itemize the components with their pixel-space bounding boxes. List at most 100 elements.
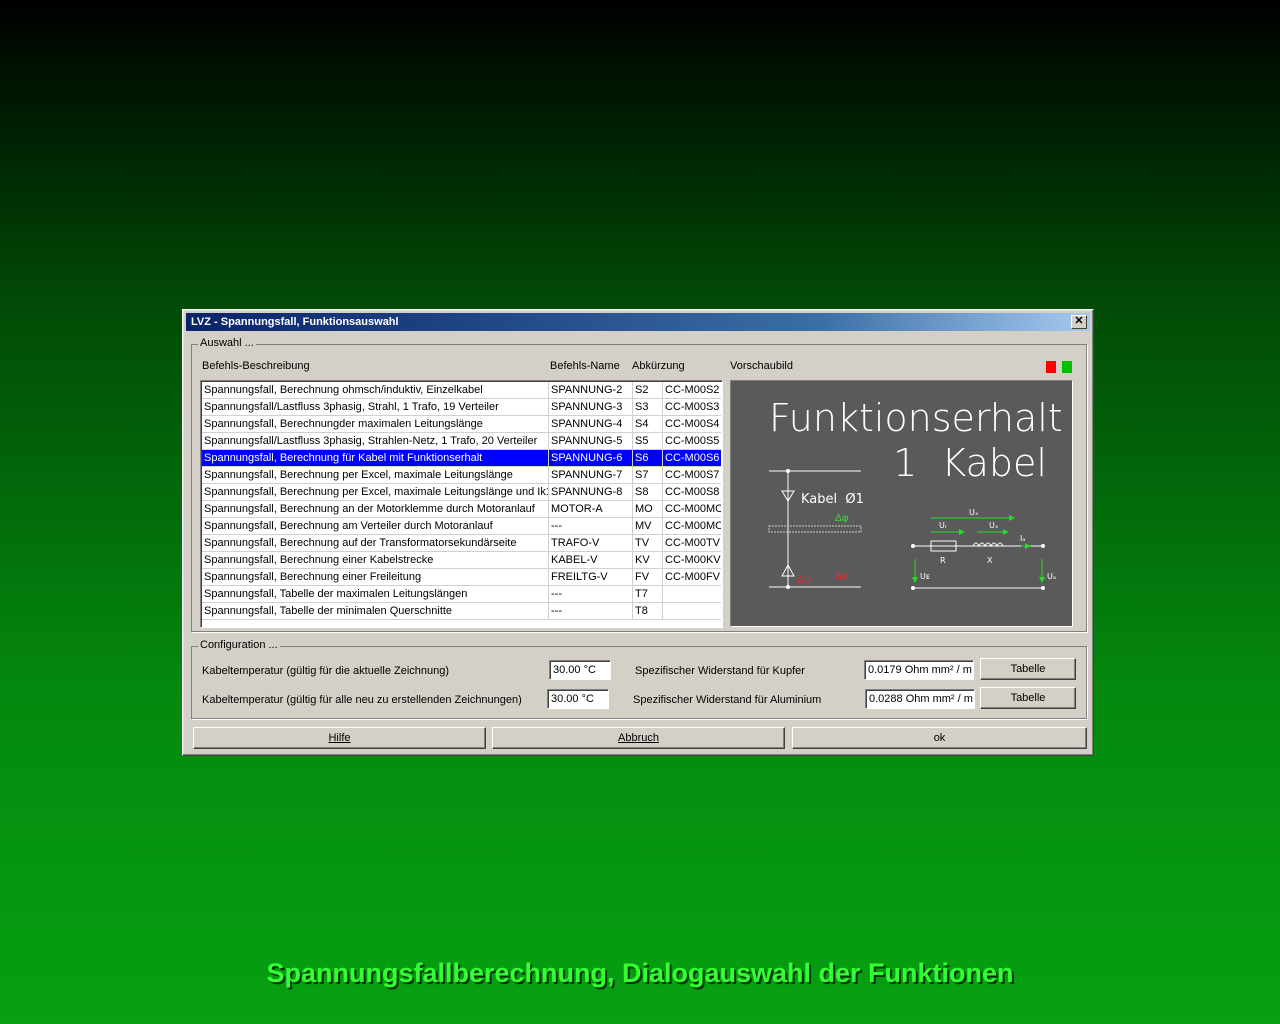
preview-title-1: Funktionserhalt — [769, 396, 1063, 440]
cell-name: KABEL-V — [549, 552, 633, 568]
configuration-group-legend: Configuration ... — [198, 639, 280, 651]
cell-description: Spannungsfall, Berechnung ohmsch/indukti… — [202, 382, 549, 398]
cell-description: Spannungsfall, Berechnung einer Kabelstr… — [202, 552, 549, 568]
table-row[interactable]: Spannungsfall, Berechnung einer Kabelstr… — [202, 552, 721, 569]
cell-code: CC-M00S6 — [665, 452, 720, 464]
cell-abbreviation: S8 — [633, 484, 663, 500]
aluminium-resistance-label: Spezifischer Widerstand für Aluminium — [633, 694, 822, 706]
cell-name: SPANNUNG-2 — [549, 382, 633, 398]
title-bar[interactable]: LVZ - Spannungsfall, Funktionsauswahl ✕ — [186, 313, 1090, 331]
cell-abbreviation: FV — [633, 569, 663, 585]
cell-code — [663, 586, 721, 602]
preview-r: R — [940, 556, 946, 565]
preview-drawing: Funktionserhalt 1 Kabel Kabel Ø1 Δφ ΔU Δ… — [768, 396, 1063, 590]
table-row[interactable]: Spannungsfall, Berechnung per Excel, max… — [202, 484, 721, 501]
page-caption: Spannungsfallberechnung, Dialogauswahl d… — [266, 958, 1014, 988]
cancel-button[interactable]: Abbruch — [492, 727, 785, 749]
preview-ur: Uᵣ — [939, 521, 948, 530]
cell-abbreviation: S2 — [633, 382, 663, 398]
cell-name: TRAFO-V — [549, 535, 633, 551]
selection-group-legend: Auswahl ... — [198, 337, 256, 349]
cell-code: CC-M00KV — [665, 554, 721, 566]
command-list[interactable]: Spannungsfall, Berechnung ohmsch/indukti… — [200, 380, 723, 628]
cell-name: --- — [549, 586, 633, 602]
cell-name: MOTOR-A — [549, 501, 633, 517]
cell-name: SPANNUNG-4 — [549, 416, 633, 432]
cell-code: CC-M00S7 — [665, 469, 720, 481]
ok-button[interactable]: ok — [792, 727, 1087, 749]
aluminium-resistance-input[interactable]: 0.0288 Ohm mm² / m — [865, 689, 975, 709]
close-icon[interactable]: ✕ — [1071, 315, 1087, 329]
preview-ux2: Uₓ — [989, 521, 999, 530]
header-abbreviation: Abkürzung — [632, 360, 685, 372]
preview-title-2: 1 Kabel — [893, 441, 1047, 485]
cell-name: --- — [549, 518, 633, 534]
help-button[interactable]: Hilfe — [193, 727, 486, 749]
table-row[interactable]: Spannungsfall, Berechnung für Kabel mit … — [202, 450, 721, 467]
cell-description: Spannungsfall, Berechnung per Excel, max… — [204, 484, 549, 500]
preview-ux: Uₓ — [969, 508, 979, 517]
window-title: LVZ - Spannungsfall, Funktionsauswahl — [191, 316, 399, 328]
flag-red-icon — [1046, 361, 1056, 373]
flag-green-icon — [1062, 361, 1072, 373]
cell-code: CC-M00S8 — [665, 486, 720, 498]
table-row[interactable]: Spannungsfall, Tabelle der minimalen Que… — [202, 603, 721, 620]
cancel-button-label: Abbruch — [618, 732, 659, 744]
preview-image: Funktionserhalt 1 Kabel Kabel Ø1 Δφ ΔU Δ… — [730, 380, 1073, 627]
cell-name: SPANNUNG-5 — [549, 433, 633, 449]
table-row[interactable]: Spannungsfall, Berechnung am Verteiler d… — [202, 518, 721, 535]
copper-resistance-input[interactable]: 0.0179 Ohm mm² / m — [864, 660, 974, 680]
cell-abbreviation: MO — [633, 501, 663, 517]
cell-description: Spannungsfall/Lastfluss 3phasig, Strahl,… — [202, 399, 549, 415]
cell-abbreviation: KV — [633, 552, 663, 568]
table-row[interactable]: Spannungsfall/Lastfluss 3phasig, Strahle… — [202, 433, 721, 450]
cell-description: Spannungsfall, Berechnung am Verteiler d… — [202, 518, 549, 534]
table-row[interactable]: Spannungsfall, Berechnung ohmsch/indukti… — [202, 382, 721, 399]
cell-abbreviation: MV — [633, 518, 663, 534]
cell-abbreviation: S4 — [633, 416, 663, 432]
cell-code: CC-M00S2 — [665, 384, 720, 396]
cell-code: CC-M00S3 — [665, 401, 720, 413]
table-row[interactable]: Spannungsfall, Berechnung einer Freileit… — [202, 569, 721, 586]
help-button-label: Hilfe — [328, 732, 351, 744]
cell-name: --- — [549, 603, 633, 619]
cell-code: CC-M00TV — [665, 537, 721, 549]
temp-new-input[interactable]: 30.00 °C — [547, 689, 609, 709]
cell-abbreviation: S7 — [633, 467, 663, 483]
preview-dp: Δφ — [835, 571, 849, 582]
cell-description: Spannungsfall, Berechnung auf der Transf… — [202, 535, 549, 551]
cell-abbreviation: S5 — [633, 433, 663, 449]
copper-table-button[interactable]: Tabelle — [980, 658, 1076, 680]
cell-description: Spannungsfall, Berechnung per Excel, max… — [202, 467, 549, 483]
table-row[interactable]: Spannungsfall, Tabelle der maximalen Lei… — [202, 586, 721, 603]
table-row[interactable]: Spannungsfall, Berechnungder maximalen L… — [202, 416, 721, 433]
cell-description: Spannungsfall, Tabelle der minimalen Que… — [202, 603, 549, 619]
cell-name: SPANNUNG-3 — [549, 399, 633, 415]
cell-abbreviation: S3 — [633, 399, 663, 415]
aluminium-table-button[interactable]: Tabelle — [980, 687, 1076, 709]
preview-du: ΔU — [797, 575, 811, 586]
table-row[interactable]: Spannungsfall, Berechnung auf der Transf… — [202, 535, 721, 552]
cell-description: Spannungsfall, Berechnungder maximalen L… — [202, 416, 549, 432]
temp-current-label: Kabeltemperatur (gültig für die aktuelle… — [202, 665, 450, 677]
cell-code: CC-M00S5 — [665, 435, 720, 447]
cell-code — [663, 603, 721, 619]
table-row[interactable]: Spannungsfall, Berechnung an der Motorkl… — [202, 501, 721, 518]
cell-name: SPANNUNG-7 — [549, 467, 633, 483]
cell-code: CC-M00FV — [665, 571, 721, 583]
cell-description: Spannungsfall, Berechnung für Kabel mit … — [202, 450, 549, 466]
cell-code: CC-M00MO — [665, 520, 721, 532]
cell-description: Spannungsfall/Lastfluss 3phasig, Strahle… — [202, 433, 549, 449]
table-row[interactable]: Spannungsfall, Berechnung per Excel, max… — [202, 467, 721, 484]
cell-description: Spannungsfall, Tabelle der maximalen Lei… — [202, 586, 549, 602]
cell-name: FREILTG-V — [549, 569, 633, 585]
preview-ia: Iₐ — [1020, 534, 1026, 543]
cell-abbreviation: T7 — [633, 586, 663, 602]
table-row[interactable]: Spannungsfall/Lastfluss 3phasig, Strahl,… — [202, 399, 721, 416]
function-selection-dialog: LVZ - Spannungsfall, Funktionsauswahl ✕ … — [182, 309, 1094, 756]
temp-current-input[interactable]: 30.00 °C — [549, 660, 611, 680]
cell-code: CC-M00S4 — [665, 418, 720, 430]
cell-abbreviation: TV — [633, 535, 663, 551]
cell-abbreviation: S6 — [633, 450, 663, 466]
preview-x: X — [987, 556, 993, 565]
